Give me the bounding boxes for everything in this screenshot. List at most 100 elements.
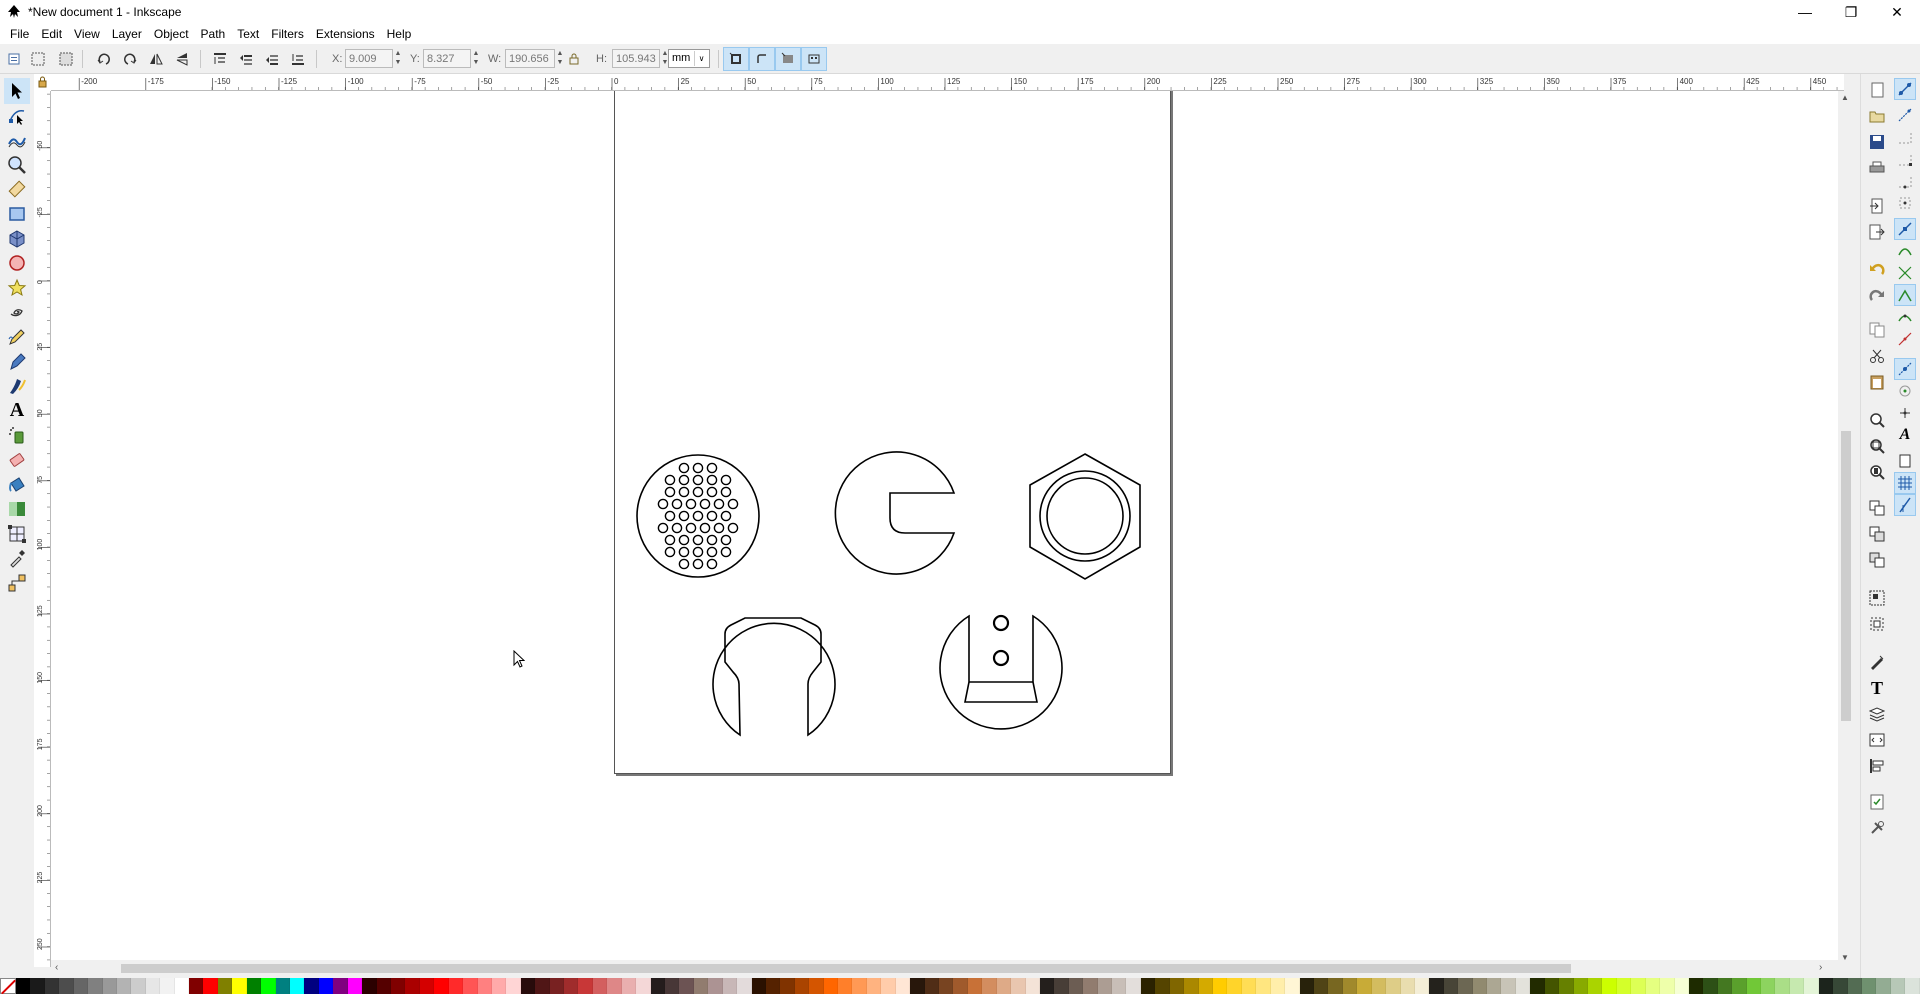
color-swatch[interactable] (520, 978, 536, 994)
color-swatch[interactable] (1429, 978, 1444, 994)
paste-button[interactable] (1867, 372, 1887, 392)
color-swatch[interactable] (1645, 978, 1661, 994)
color-swatch[interactable] (44, 978, 60, 994)
color-swatch[interactable] (1285, 978, 1300, 994)
color-swatch[interactable] (1342, 978, 1358, 994)
zoom-tool-button[interactable] (4, 152, 30, 178)
color-swatch[interactable] (1025, 978, 1040, 994)
menu-view[interactable]: View (68, 24, 106, 44)
spray-tool-button[interactable] (4, 422, 30, 448)
color-swatch[interactable] (1299, 978, 1314, 994)
color-swatch[interactable] (592, 978, 608, 994)
color-swatch[interactable] (549, 978, 565, 994)
clone-button[interactable] (1867, 524, 1887, 544)
no-paint-swatch[interactable] (0, 978, 16, 994)
snap-path-intersection-toggle[interactable] (1894, 262, 1916, 284)
color-swatch[interactable] (564, 978, 579, 994)
cut-button[interactable] (1867, 346, 1887, 366)
align-distribute-button[interactable] (1867, 756, 1887, 776)
menu-help[interactable]: Help (381, 24, 418, 44)
select-all-button[interactable] (4, 49, 24, 69)
scroll-left-icon[interactable]: ‹ (55, 962, 58, 973)
snap-guide-toggle[interactable] (1894, 494, 1916, 516)
drawing-canvas[interactable] (51, 91, 1844, 967)
snap-bbox-center-toggle[interactable] (1894, 192, 1916, 214)
lower-button[interactable] (262, 49, 282, 69)
save-document-button[interactable] (1867, 132, 1887, 152)
color-swatch[interactable] (1515, 978, 1531, 994)
color-swatch[interactable] (939, 978, 954, 994)
color-swatch[interactable] (1472, 978, 1488, 994)
width-field[interactable] (505, 49, 555, 68)
lower-to-bottom-button[interactable] (288, 49, 308, 69)
rectangle-tool-button[interactable] (4, 201, 30, 227)
fill-stroke-button[interactable] (1867, 652, 1887, 672)
color-swatch[interactable] (636, 978, 651, 994)
color-swatch[interactable] (347, 978, 363, 994)
print-button[interactable] (1867, 158, 1887, 178)
layers-button[interactable] (1867, 704, 1887, 724)
color-swatch[interactable] (434, 978, 449, 994)
zoom-page-button[interactable] (1867, 462, 1887, 482)
menu-layer[interactable]: Layer (106, 24, 148, 44)
snap-bbox-corner-toggle[interactable] (1894, 148, 1916, 170)
color-swatch[interactable] (924, 978, 939, 994)
node-tool-button[interactable] (4, 103, 30, 129)
zoom-selection-button[interactable] (1867, 410, 1887, 430)
pencil-tool-button[interactable] (4, 324, 30, 350)
color-swatch[interactable] (419, 978, 435, 994)
color-swatch[interactable] (895, 978, 911, 994)
color-swatch[interactable] (1371, 978, 1387, 994)
color-swatch[interactable] (982, 978, 997, 994)
color-swatch[interactable] (1458, 978, 1473, 994)
color-swatch[interactable] (1703, 978, 1718, 994)
color-swatch[interactable] (910, 978, 925, 994)
horizontal-ruler[interactable]: -200 -175 -150 -125 -100 -75 -50 -25 0 25 50 75 100 1… (34, 74, 1844, 91)
eraser-tool-button[interactable] (4, 447, 30, 473)
color-swatch[interactable] (1155, 978, 1170, 994)
vertical-scrollbar[interactable]: ▲ ▼ (1838, 91, 1854, 967)
color-swatch[interactable] (1833, 978, 1848, 994)
snap-grid-toggle[interactable] (1894, 472, 1916, 494)
color-swatch[interactable] (463, 978, 478, 994)
raise-button[interactable] (236, 49, 256, 69)
snap-path-toggle[interactable] (1894, 240, 1916, 262)
vertical-scroll-thumb[interactable] (1841, 431, 1851, 721)
x-field[interactable] (345, 49, 393, 68)
color-swatch[interactable] (765, 978, 781, 994)
flip-vertical-button[interactable] (172, 49, 192, 69)
rotate-cw-button[interactable] (120, 49, 140, 69)
snap-object-center-toggle[interactable] (1894, 380, 1916, 402)
slotted-disc-with-holes[interactable] (939, 614, 1063, 730)
color-swatch[interactable] (1890, 978, 1906, 994)
color-swatch[interactable] (881, 978, 896, 994)
snap-midpoints-toggle[interactable] (1894, 328, 1916, 350)
lock-proportions-button[interactable] (564, 49, 584, 69)
snap-nodes-toggle[interactable] (1894, 218, 1916, 240)
group-button[interactable] (1867, 588, 1887, 608)
xml-editor-button[interactable] (1867, 730, 1887, 750)
export-button[interactable] (1867, 222, 1887, 242)
color-swatch[interactable] (30, 978, 45, 994)
color-swatch[interactable] (203, 978, 218, 994)
color-swatch[interactable] (333, 978, 348, 994)
color-swatch[interactable] (491, 978, 507, 994)
maximize-button[interactable]: ❐ (1828, 0, 1874, 24)
color-swatch[interactable] (578, 978, 593, 994)
c-shaped-disc[interactable] (834, 451, 956, 575)
color-swatch[interactable] (1530, 978, 1545, 994)
color-swatch[interactable] (1761, 978, 1776, 994)
color-swatch[interactable] (794, 978, 810, 994)
connector-tool-button[interactable] (4, 570, 30, 596)
redo-button[interactable] (1867, 286, 1887, 306)
color-swatch[interactable] (1804, 978, 1819, 994)
flip-horizontal-button[interactable] (146, 49, 166, 69)
snap-enable-toggle[interactable] (1894, 78, 1916, 100)
new-document-button[interactable] (1867, 80, 1887, 100)
color-swatch[interactable] (1011, 978, 1026, 994)
color-swatch[interactable] (73, 978, 89, 994)
menu-file[interactable]: File (4, 24, 35, 44)
rotate-ccw-button[interactable] (94, 49, 114, 69)
ungroup-button[interactable] (1867, 614, 1887, 634)
color-swatch[interactable] (318, 978, 334, 994)
